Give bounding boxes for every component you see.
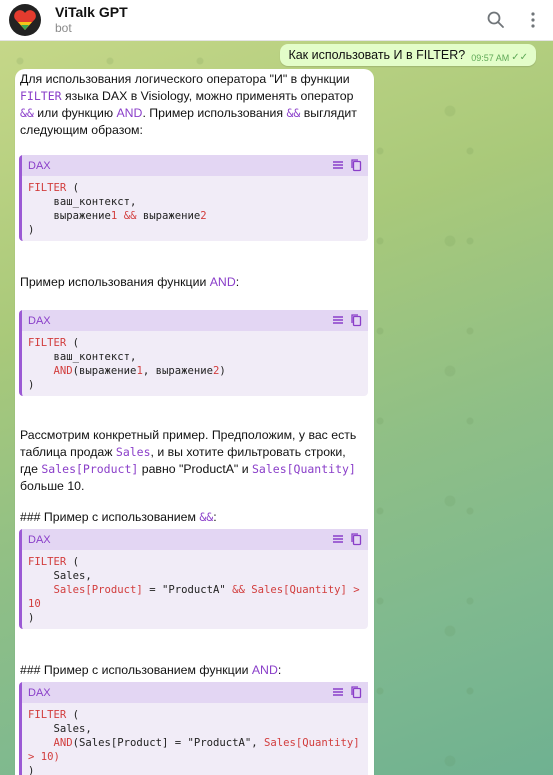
keyword-and-op: && — [20, 106, 34, 120]
double-check-icon: ✓✓ — [511, 52, 528, 63]
message-time: 09:57 AM — [471, 52, 510, 63]
intro-paragraph: Для использования логического оператора … — [20, 72, 357, 137]
example-paragraph: Рассмотрим конкретный пример. Предположи… — [20, 428, 357, 493]
heading-and-example: ### Пример с использованием функции AND: — [20, 663, 282, 677]
code-block: DAX FILTER ( Sales, AND(Sales[Product] =… — [19, 682, 368, 775]
copy-icon[interactable] — [350, 685, 362, 699]
wrap-lines-icon[interactable] — [332, 159, 344, 171]
code-content: FILTER ( Sales, Sales[Product] = "Produc… — [28, 556, 360, 624]
chat-subtitle: bot — [55, 21, 72, 35]
code-content: FILTER ( ваш_контекст, выражение1 && выр… — [28, 182, 207, 236]
more-options-icon[interactable] — [523, 10, 543, 30]
keyword-and: AND — [116, 106, 143, 120]
search-icon[interactable] — [486, 10, 506, 30]
keyword-filter: FILTER — [20, 89, 62, 103]
code-content: FILTER ( Sales, AND(Sales[Product] = "Pr… — [28, 709, 360, 775]
code-header: DAX — [22, 529, 368, 550]
outgoing-text: Как использовать И в FILTER? — [288, 48, 466, 62]
heart-logo-icon — [14, 10, 36, 30]
and-intro-paragraph: Пример использования функции AND: — [20, 275, 240, 289]
code-language: DAX — [28, 686, 51, 699]
code-language: DAX — [28, 159, 51, 172]
code-header: DAX — [22, 682, 368, 703]
chat-header: ViTalk GPT bot — [0, 0, 553, 41]
chat-title: ViTalk GPT — [55, 4, 128, 20]
keyword-and-op: && — [199, 510, 214, 524]
code-block: DAX FILTER ( ваш_контекст, выражение1 &&… — [19, 155, 368, 241]
code-block: DAX FILTER ( Sales, Sales[Product] = "Pr… — [19, 529, 368, 629]
keyword-sales: Sales — [115, 445, 151, 459]
code-content: FILTER ( ваш_контекст, AND(выражение1, в… — [28, 337, 226, 391]
copy-icon[interactable] — [350, 532, 362, 546]
code-language: DAX — [28, 533, 51, 546]
wrap-lines-icon[interactable] — [332, 314, 344, 326]
wrap-lines-icon[interactable] — [332, 686, 344, 698]
code-header: DAX — [22, 155, 368, 176]
incoming-message[interactable]: Для использования логического оператора … — [15, 69, 374, 775]
keyword-sales-quantity: Sales[Quantity] — [252, 462, 356, 476]
keyword-and: AND — [209, 275, 236, 289]
code-header: DAX — [22, 310, 368, 331]
keyword-sales-product: Sales[Product] — [41, 462, 139, 476]
keyword-and: AND — [251, 663, 278, 677]
copy-icon[interactable] — [350, 158, 362, 172]
keyword-and-op: && — [286, 106, 301, 120]
avatar[interactable] — [9, 4, 41, 36]
copy-icon[interactable] — [350, 313, 362, 327]
outgoing-message[interactable]: Как использовать И в FILTER? 09:57 AM ✓✓ — [280, 44, 536, 66]
code-language: DAX — [28, 314, 51, 327]
heading-amp-example: ### Пример с использованием &&: — [20, 510, 217, 524]
wrap-lines-icon[interactable] — [332, 533, 344, 545]
code-block: DAX FILTER ( ваш_контекст, AND(выражение… — [19, 310, 368, 396]
